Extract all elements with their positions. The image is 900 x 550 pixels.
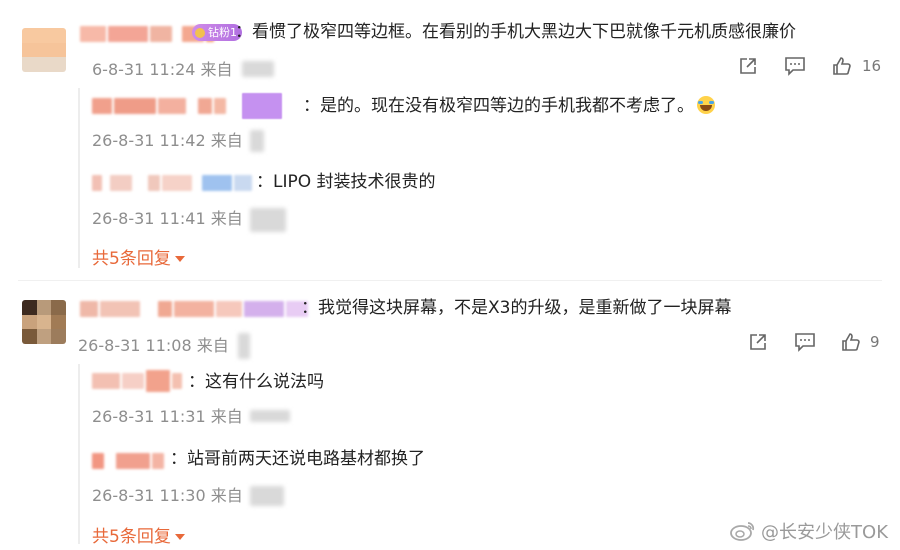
comment-1: 钻粉1 ：看惯了极窄四等边框。在看别的手机大黑边大下巴就像千元机质感很廉价 6-… <box>0 0 900 275</box>
timestamp: 26-8-31 11:42 来自 <box>92 131 243 150</box>
timestamp: 26-8-31 11:08 来自 <box>78 336 229 355</box>
timestamp: 6-8-31 11:24 来自 <box>92 60 233 79</box>
like-button[interactable]: 16 <box>832 56 881 76</box>
reply-username[interactable] <box>92 93 284 119</box>
reply-time: 26-8-31 11:30 来自 <box>92 482 284 506</box>
caret-down-icon <box>174 534 185 540</box>
reply-username[interactable] <box>92 452 166 470</box>
thumbs-up-icon <box>842 333 860 351</box>
laughing-emoji-icon <box>697 96 715 114</box>
reply-text: ：LIPO 封装技术很贵的 <box>256 172 436 192</box>
share-icon <box>750 334 766 350</box>
comment-icon <box>795 333 815 352</box>
timestamp: 26-8-31 11:41 来自 <box>92 209 243 228</box>
watermark-text: @长安少侠TOK <box>761 522 888 543</box>
reply-text: ：站哥前两天还说电路基材都换了 <box>170 449 425 469</box>
reply-time: 26-8-31 11:31 来自 <box>92 403 290 427</box>
comment-2: ：我觉得这块屏幕，不是X3的升级，是重新做了一块屏幕 26-8-31 11:08… <box>0 282 900 550</box>
reply-text: ：是的。现在没有极窄四等边的手机我都不考虑了。 <box>303 95 715 117</box>
share-button[interactable] <box>738 56 758 76</box>
reply-username[interactable] <box>92 370 184 392</box>
weibo-logo-icon <box>730 522 755 541</box>
comment-time: 6-8-31 11:24 来自 <box>92 56 274 80</box>
like-button[interactable]: 9 <box>841 332 880 352</box>
reply-time: 26-8-31 11:41 来自 <box>92 205 286 232</box>
comment-text: ：我觉得这块屏幕，不是X3的升级，是重新做了一块屏幕 <box>301 298 732 318</box>
avatar[interactable] <box>22 300 66 344</box>
view-more-label: 共5条回复 <box>92 527 171 547</box>
reply-time: 26-8-31 11:42 来自 <box>92 127 264 152</box>
source-device[interactable] <box>249 486 284 506</box>
username[interactable] <box>80 300 310 318</box>
source-device[interactable] <box>241 61 274 77</box>
reply-text-content: ：是的。现在没有极窄四等边的手机我都不考虑了。 <box>303 96 694 116</box>
view-more-replies[interactable]: 共5条回复 <box>92 244 185 269</box>
source-device[interactable] <box>249 208 286 232</box>
thumbs-up-icon <box>833 57 851 75</box>
reply-text: ：这有什么说法吗 <box>188 372 324 392</box>
view-more-label: 共5条回复 <box>92 249 171 269</box>
reply-divider <box>78 88 80 268</box>
fan-badge-label: 钻粉1 <box>208 26 237 39</box>
source-device[interactable] <box>237 333 250 359</box>
source-device[interactable] <box>249 130 264 152</box>
comment-button[interactable] <box>784 56 806 76</box>
divider <box>18 280 882 281</box>
timestamp: 26-8-31 11:30 来自 <box>92 486 243 505</box>
comment-icon <box>785 57 805 76</box>
diamond-icon <box>195 27 205 38</box>
like-count: 9 <box>870 333 880 351</box>
comment-button[interactable] <box>794 332 816 352</box>
reply-username[interactable] <box>92 174 254 192</box>
share-icon <box>740 58 756 74</box>
comment-time: 26-8-31 11:08 来自 <box>78 332 250 359</box>
timestamp: 26-8-31 11:31 来自 <box>92 407 243 426</box>
avatar[interactable] <box>22 28 66 72</box>
comment-text: ：看惯了极窄四等边框。在看别的手机大黑边大下巴就像千元机质感很廉价 <box>235 22 796 42</box>
view-more-replies[interactable]: 共5条回复 <box>92 522 185 547</box>
source-device[interactable] <box>249 410 290 422</box>
reply-divider <box>78 364 80 544</box>
share-button[interactable] <box>748 332 768 352</box>
watermark: @长安少侠TOK <box>729 518 888 544</box>
like-count: 16 <box>862 57 882 75</box>
caret-down-icon <box>174 256 185 262</box>
